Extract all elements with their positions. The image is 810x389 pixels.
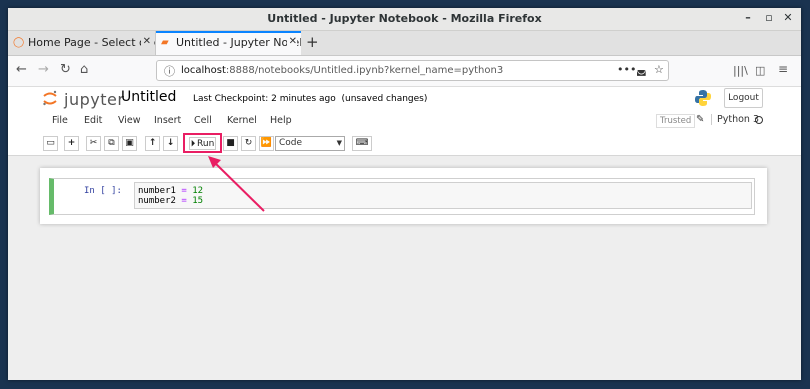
jupyter-tab-icon: ◯ — [13, 37, 25, 48]
menu-icon[interactable]: ≡ — [778, 62, 788, 76]
trusted-indicator[interactable]: Trusted — [656, 114, 696, 128]
sidebar-icon[interactable]: ◫ — [755, 64, 765, 77]
tab-home-page[interactable]: ◯ Home Page - Select or cr ✕ — [8, 31, 156, 55]
notebook-area: In [ ]: number1 = 12 number2 = 15 — [8, 156, 801, 380]
address-bar[interactable]: ⓘ localhost:8888/notebooks/Untitled.ipyn… — [156, 60, 669, 81]
paste-icon[interactable]: ▣ — [122, 136, 137, 151]
maximize-icon[interactable]: ▫ — [762, 11, 776, 24]
code-editor[interactable]: number1 = 12 number2 = 15 — [134, 182, 752, 209]
run-label: Run — [197, 139, 215, 149]
home-icon[interactable]: ⌂ — [80, 62, 88, 77]
menu-edit[interactable]: Edit — [84, 115, 102, 126]
library-icon[interactable]: |||\ — [733, 64, 748, 77]
new-tab-icon[interactable]: + — [306, 33, 319, 51]
input-prompt: In [ ]: — [84, 186, 122, 196]
navigation-bar: ← → ↻ ⌂ ⓘ localhost:8888/notebooks/Untit… — [8, 56, 801, 87]
cut-icon[interactable]: ✂ — [86, 136, 101, 151]
run-icon: ⏵ — [190, 139, 196, 149]
save-icon[interactable]: ▭ — [43, 136, 58, 151]
bookmark-star-icon[interactable]: ☆ — [654, 63, 664, 76]
menu-view[interactable]: View — [118, 115, 141, 126]
tab-bar: ◯ Home Page - Select or cr ✕ ▰ Untitled … — [8, 31, 801, 56]
notebook-container: In [ ]: number1 = 12 number2 = 15 — [40, 168, 767, 224]
menu-insert[interactable]: Insert — [154, 115, 181, 126]
jupyter-wordmark[interactable]: jupyter — [64, 90, 124, 109]
restart-run-all-icon[interactable]: ⏩ — [259, 136, 274, 151]
tab-close-icon[interactable]: ✕ — [140, 36, 151, 47]
move-down-icon[interactable]: ↓ — [163, 136, 178, 151]
jupyter-logo-icon[interactable] — [42, 90, 58, 106]
insert-cell-below-icon[interactable]: + — [64, 136, 79, 151]
code-line: number1 = 12 — [138, 186, 204, 196]
url-text[interactable]: localhost:8888/notebooks/Untitled.ipynb?… — [181, 65, 503, 76]
edit-mode-pencil-icon: ✎ — [696, 114, 705, 125]
forward-icon[interactable]: → — [38, 62, 49, 77]
restart-kernel-icon[interactable]: ↻ — [241, 136, 256, 151]
title-bar: Untitled - Jupyter Notebook - Mozilla Fi… — [8, 8, 801, 31]
checkpoint-status: Last Checkpoint: 2 minutes ago (unsaved … — [193, 94, 428, 104]
menu-help[interactable]: Help — [270, 115, 292, 126]
reload-icon[interactable]: ↻ — [60, 62, 71, 77]
notebook-toolbar: ▭ + ✂ ⧉ ▣ ↑ ↓ ⏵ Run ■ ↻ ⏩ Code ▼ ⌨ — [8, 131, 801, 156]
move-up-icon[interactable]: ↑ — [145, 136, 160, 151]
close-icon[interactable]: ✕ — [781, 11, 795, 24]
code-cell[interactable]: In [ ]: number1 = 12 number2 = 15 — [49, 178, 755, 215]
copy-icon[interactable]: ⧉ — [104, 136, 119, 151]
notebook-name[interactable]: Untitled — [121, 89, 176, 105]
window-title: Untitled - Jupyter Notebook - Mozilla Fi… — [267, 12, 542, 25]
command-palette-keyboard-icon[interactable]: ⌨ — [352, 136, 372, 151]
notebook-menubar: File Edit View Insert Cell Kernel Help T… — [8, 112, 801, 131]
menu-kernel[interactable]: Kernel — [227, 115, 257, 126]
run-button[interactable]: ⏵ Run — [189, 137, 216, 150]
dropdown-arrow-icon: ▼ — [336, 139, 342, 147]
code-line: number2 = 15 — [138, 196, 204, 206]
cell-type-select[interactable]: Code ▼ — [275, 136, 345, 151]
pocket-icon[interactable]: ◛ — [636, 63, 647, 76]
tab-untitled-notebook[interactable]: ▰ Untitled - Jupyter Notebo ✕ — [156, 31, 301, 55]
notebook-tab-icon: ▰ — [161, 37, 169, 48]
kernel-name[interactable]: Python 3 — [711, 114, 759, 125]
site-info-icon[interactable]: ⓘ — [164, 63, 175, 79]
run-button-highlight: ⏵ Run — [183, 133, 222, 153]
page-actions-icon[interactable]: ••• — [617, 63, 636, 76]
back-icon[interactable]: ← — [16, 62, 27, 77]
firefox-window: Untitled - Jupyter Notebook - Mozilla Fi… — [8, 8, 801, 380]
menu-cell[interactable]: Cell — [194, 115, 212, 126]
menu-file[interactable]: File — [52, 115, 68, 126]
tab-label: Untitled - Jupyter Notebo — [176, 36, 301, 49]
minimize-icon[interactable]: – — [741, 11, 755, 24]
tab-label: Home Page - Select or cr — [28, 36, 156, 49]
tab-close-icon[interactable]: ✕ — [286, 36, 297, 47]
kernel-idle-indicator — [755, 116, 763, 124]
jupyter-header: jupyter Untitled Last Checkpoint: 2 minu… — [8, 87, 801, 112]
interrupt-kernel-icon[interactable]: ■ — [223, 136, 238, 151]
logout-button[interactable]: Logout — [724, 88, 763, 108]
python-logo-icon — [695, 90, 711, 106]
cell-type-value: Code — [279, 138, 303, 148]
